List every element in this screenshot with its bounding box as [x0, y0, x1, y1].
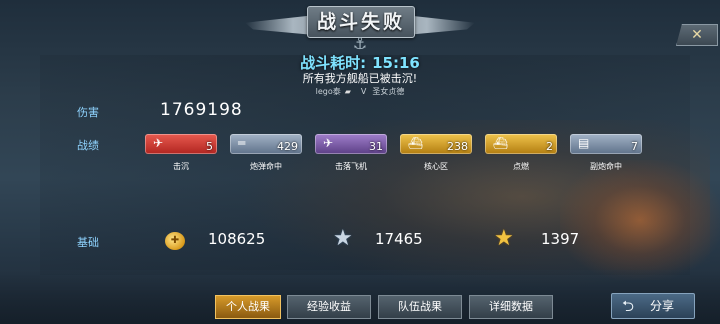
battle-result-message: 所有我方舰船已被击沉!: [302, 72, 418, 85]
stat-caption: 炮弹命中: [250, 162, 282, 171]
damage-value: 1769198: [160, 100, 243, 120]
base-label: 基础: [77, 236, 99, 249]
stat-count: 2: [546, 140, 553, 153]
tab-team-results[interactable]: 队伍战果: [378, 295, 462, 319]
flag-icon: ▰: [344, 87, 351, 96]
stat-badge-shell-hits: ═ 429: [230, 134, 302, 154]
players-line: lego泰 ▰ V 圣女贞德: [0, 86, 720, 97]
anchor-icon: ⚓: [352, 34, 368, 53]
share-button[interactable]: ⮌ 分享: [611, 293, 695, 319]
header-emblem: 战斗失败 ⚓: [245, 0, 475, 53]
page-title: 战斗失败: [316, 11, 405, 33]
gold-star-icon: ★: [494, 226, 514, 251]
player-right: 圣女贞德: [372, 87, 405, 96]
stat-caption: 击沉: [173, 162, 189, 171]
gold-star-value: 1397: [541, 230, 580, 248]
stat-count: 7: [631, 140, 638, 153]
share-arrow-icon: ⮌: [622, 297, 635, 315]
tab-personal-results[interactable]: 个人战果: [215, 295, 281, 319]
coin-icon: ✚: [165, 232, 185, 250]
player-left: lego泰: [315, 87, 341, 96]
stat-count: 31: [369, 140, 383, 153]
stat-count: 238: [447, 140, 468, 153]
ship-core-icon: ⛴: [408, 136, 424, 150]
stat-badge-secondary-hits: ▤ 7: [570, 134, 642, 154]
stats-label: 战绩: [77, 139, 99, 152]
cannon-icon: ═: [238, 136, 246, 150]
stat-badge-sink: ✈ 5: [145, 134, 217, 154]
stat-caption: 核心区: [424, 162, 448, 171]
secondary-gun-icon: ▤: [578, 136, 590, 150]
silver-star-icon: ★: [333, 226, 353, 251]
close-button[interactable]: ✕: [676, 24, 718, 46]
damage-label: 伤害: [77, 106, 99, 119]
stat-caption: 击落飞机: [335, 162, 367, 171]
share-label: 分享: [650, 299, 675, 313]
coins-value: 108625: [208, 230, 266, 248]
stat-badge-core: ⛴ 238: [400, 134, 472, 154]
stat-count: 5: [206, 140, 213, 153]
battle-fire: [560, 160, 720, 280]
silver-star-value: 17465: [375, 230, 423, 248]
stat-caption: 点燃: [513, 162, 529, 171]
aircraft-icon: ✈: [323, 136, 334, 150]
plane-sink-icon: ✈: [153, 136, 164, 150]
stat-badge-aircraft-downed: ✈ 31: [315, 134, 387, 154]
tab-experience[interactable]: 经验收益: [287, 295, 371, 319]
fire-icon: ⛴: [493, 136, 509, 150]
vs-label: V: [360, 87, 367, 96]
tab-detailed-data[interactable]: 详细数据: [469, 295, 553, 319]
stat-count: 429: [277, 140, 298, 153]
stat-caption: 副炮命中: [590, 162, 622, 171]
stat-badge-ignite: ⛴ 2: [485, 134, 557, 154]
